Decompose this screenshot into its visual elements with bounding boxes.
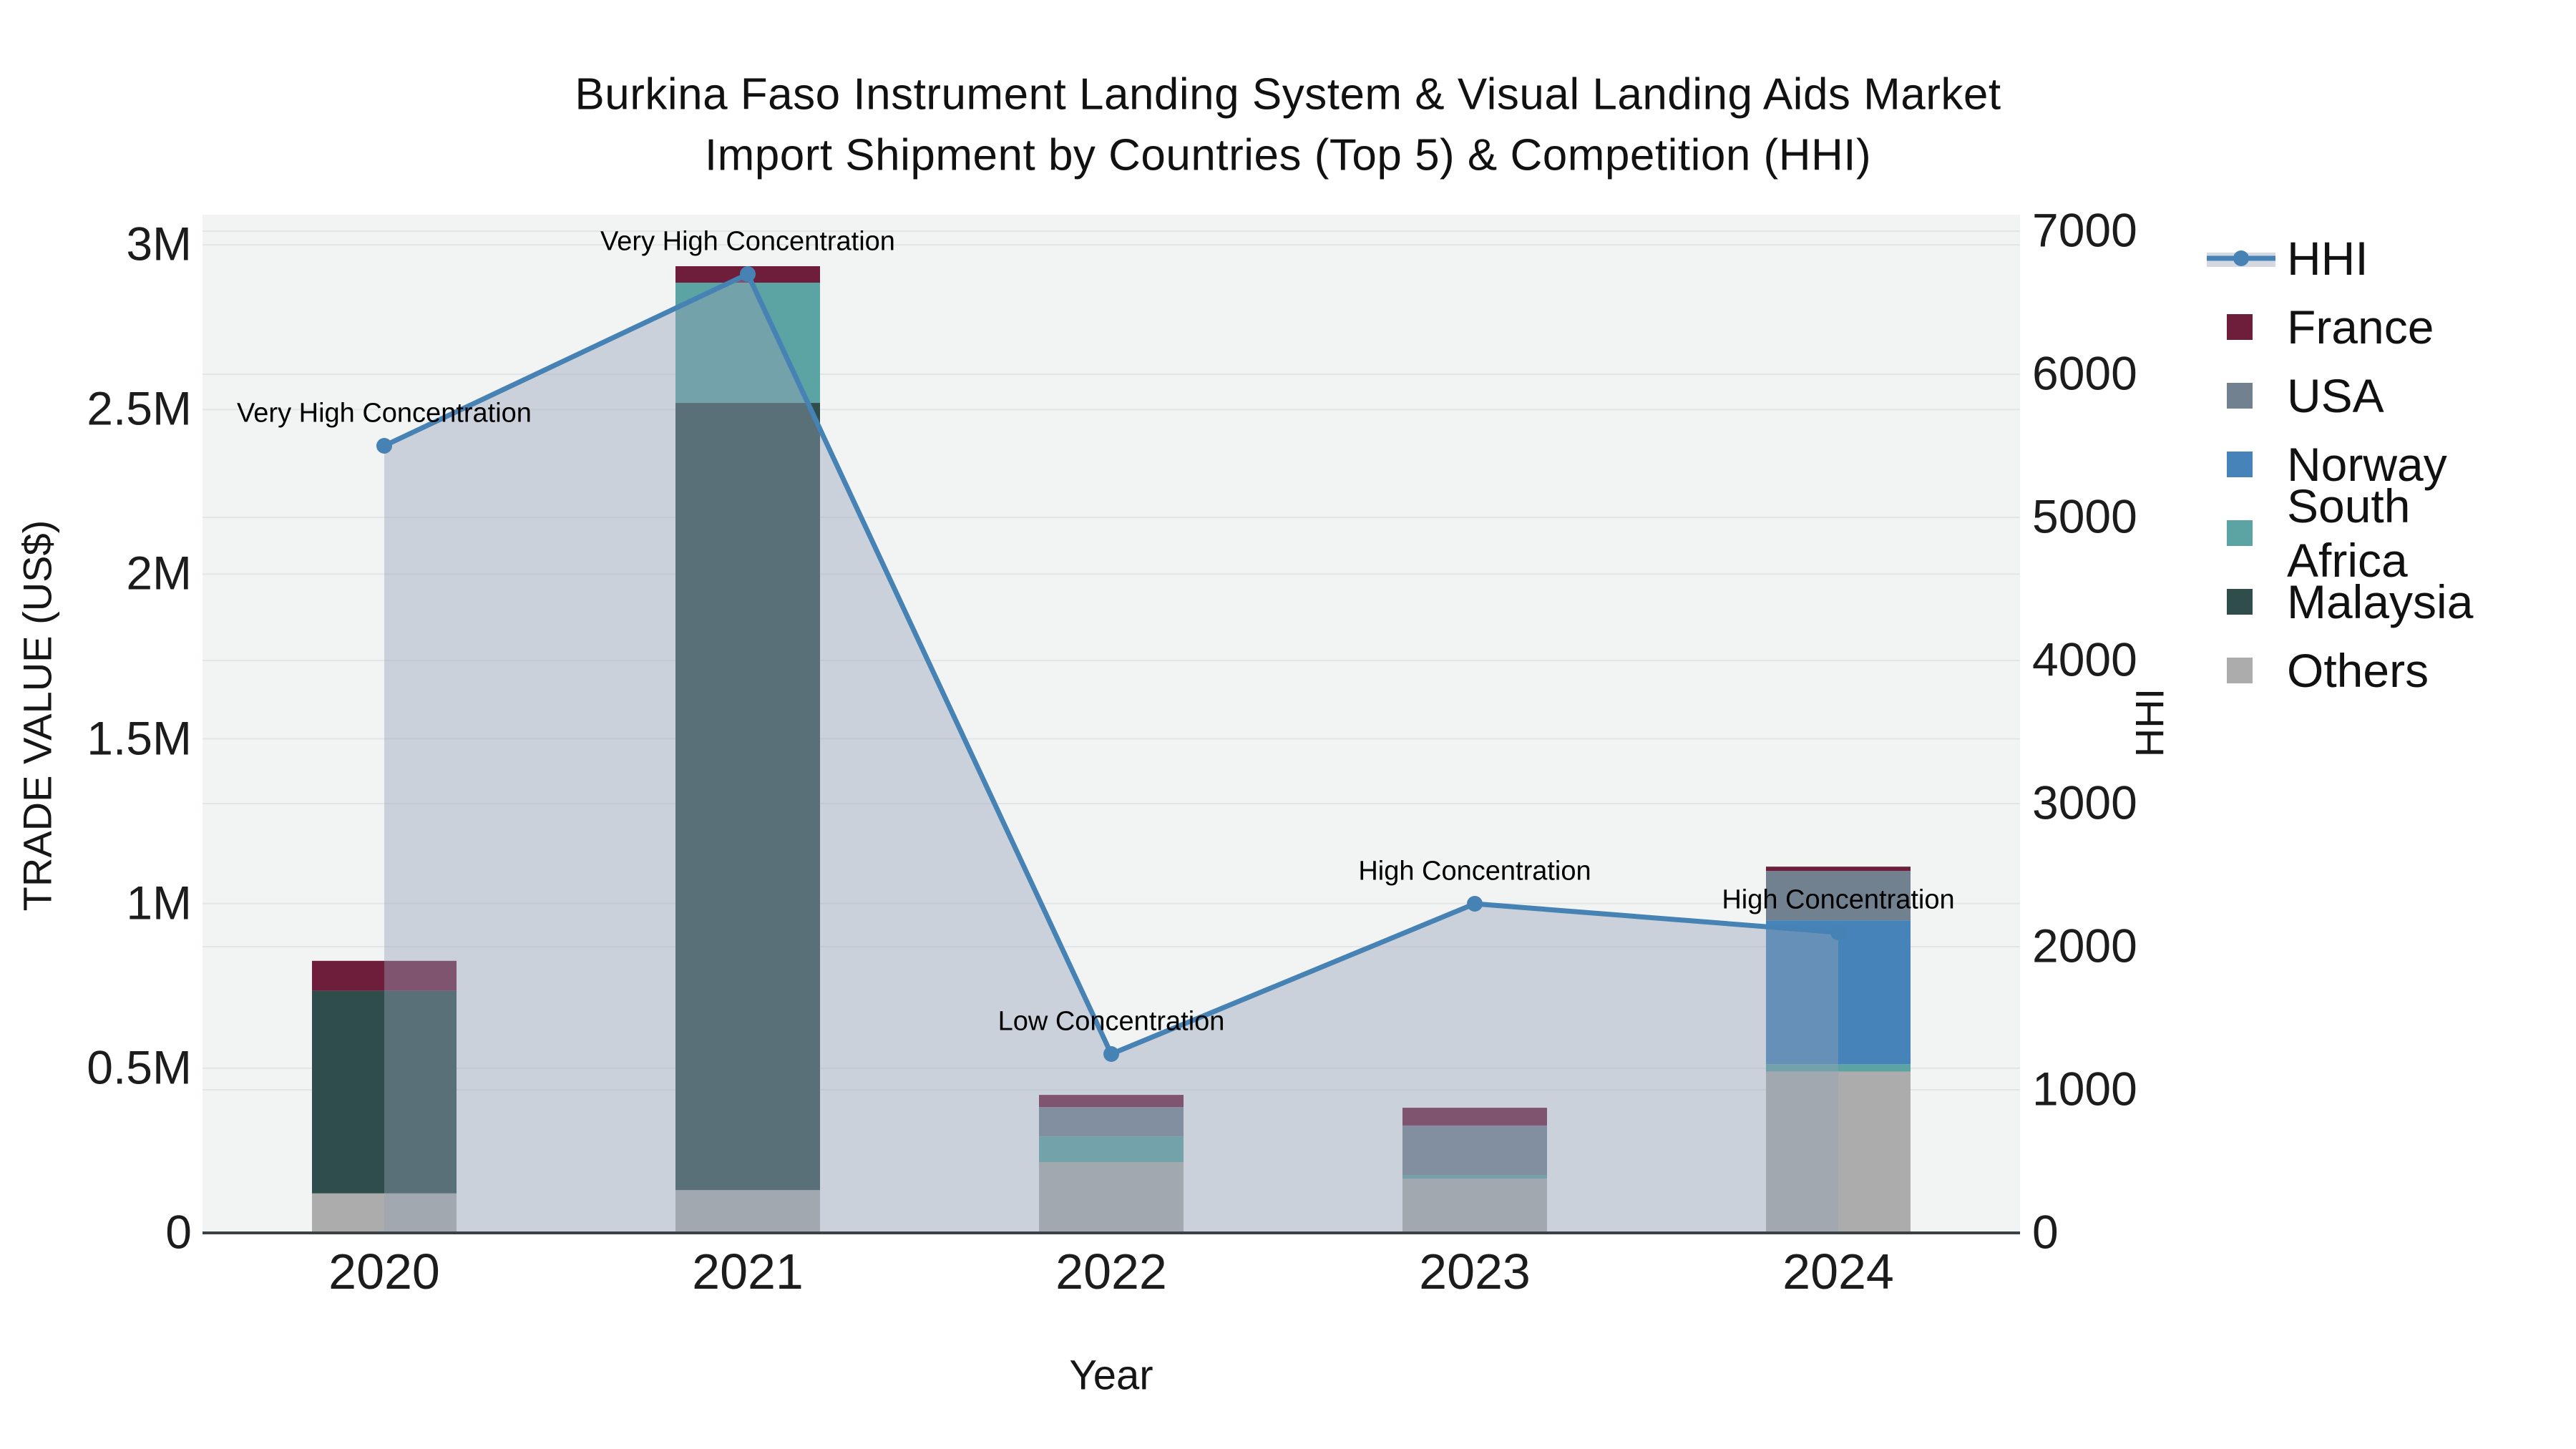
y-right-tick-6000: 6000 <box>2032 346 2137 400</box>
y-left-tick-3M: 3M <box>126 217 192 270</box>
legend-item-malaysia[interactable]: Malaysia <box>2207 575 2473 629</box>
y-left-tick-2.5M: 2.5M <box>87 381 192 435</box>
y-right-tick-2000: 2000 <box>2032 919 2137 972</box>
y-right-tick-3000: 3000 <box>2032 776 2137 829</box>
legend-label: HHI <box>2287 232 2368 285</box>
x-tick-2021: 2021 <box>692 1244 804 1299</box>
hhi-point-2024[interactable] <box>1830 924 1846 940</box>
legend-swatch-icon <box>2227 589 2253 615</box>
x-tick-2022: 2022 <box>1055 1244 1167 1299</box>
y-right-tick-4000: 4000 <box>2032 633 2137 686</box>
legend-item-others[interactable]: Others <box>2207 643 2429 698</box>
legend-item-usa[interactable]: USA <box>2207 369 2384 423</box>
legend-label: Malaysia <box>2287 575 2474 628</box>
hhi-legend-swatch-icon <box>2207 250 2275 267</box>
figure: Burkina Faso Instrument Landing System &… <box>0 0 2576 1449</box>
x-tick-2020: 2020 <box>328 1244 440 1299</box>
x-tick-2024: 2024 <box>1782 1244 1894 1299</box>
y-right-axis-title: HHI <box>2127 688 2172 758</box>
legend-swatch-icon <box>2227 658 2253 683</box>
chart-title-line-1: Burkina Faso Instrument Landing System &… <box>575 69 2001 119</box>
y-left-tick-1.5M: 1.5M <box>87 711 192 765</box>
chart-title-line-2: Import Shipment by Countries (Top 5) & C… <box>704 130 1872 180</box>
bar-segment-france-2024[interactable] <box>1766 867 1911 872</box>
legend-label: South Africa <box>2287 479 2411 587</box>
legend-label: USA <box>2287 369 2384 422</box>
x-tick-2023: 2023 <box>1419 1244 1531 1299</box>
legend-swatch-icon <box>2227 314 2253 340</box>
hhi-point-2020[interactable] <box>376 438 392 454</box>
annotation-2021: Very High Concentration <box>600 226 895 257</box>
y-left-tick-2M: 2M <box>126 546 192 600</box>
y-right-tick-0: 0 <box>2032 1205 2059 1259</box>
hhi-point-2023[interactable] <box>1467 896 1483 912</box>
legend-item-france[interactable]: France <box>2207 300 2434 354</box>
annotation-2023: High Concentration <box>1358 856 1591 887</box>
y-left-tick-0.5M: 0.5M <box>87 1040 192 1094</box>
y-right-tick-7000: 7000 <box>2032 203 2137 257</box>
legend-swatch-icon <box>2227 452 2253 477</box>
x-axis-title: Year <box>1069 1352 1153 1399</box>
y-left-tick-0: 0 <box>165 1205 192 1259</box>
hhi-point-2021[interactable] <box>740 266 756 282</box>
legend-item-hhi[interactable]: HHI <box>2207 231 2368 286</box>
y-right-tick-1000: 1000 <box>2032 1062 2137 1116</box>
legend-swatch-icon <box>2227 520 2253 546</box>
annotation-2024: High Concentration <box>1722 884 1955 915</box>
legend-label: France <box>2287 301 2434 353</box>
annotation-2022: Low Concentration <box>997 1006 1225 1037</box>
chart-canvas <box>203 215 2020 1234</box>
y-left-tick-1M: 1M <box>126 876 192 930</box>
annotation-2020: Very High Concentration <box>237 398 532 429</box>
legend-swatch-icon <box>2227 383 2253 409</box>
hhi-point-2022[interactable] <box>1103 1046 1119 1062</box>
legend-label: Others <box>2287 644 2429 697</box>
y-right-tick-5000: 5000 <box>2032 489 2137 543</box>
legend-item-south-africa[interactable]: South Africa <box>2207 479 2410 587</box>
